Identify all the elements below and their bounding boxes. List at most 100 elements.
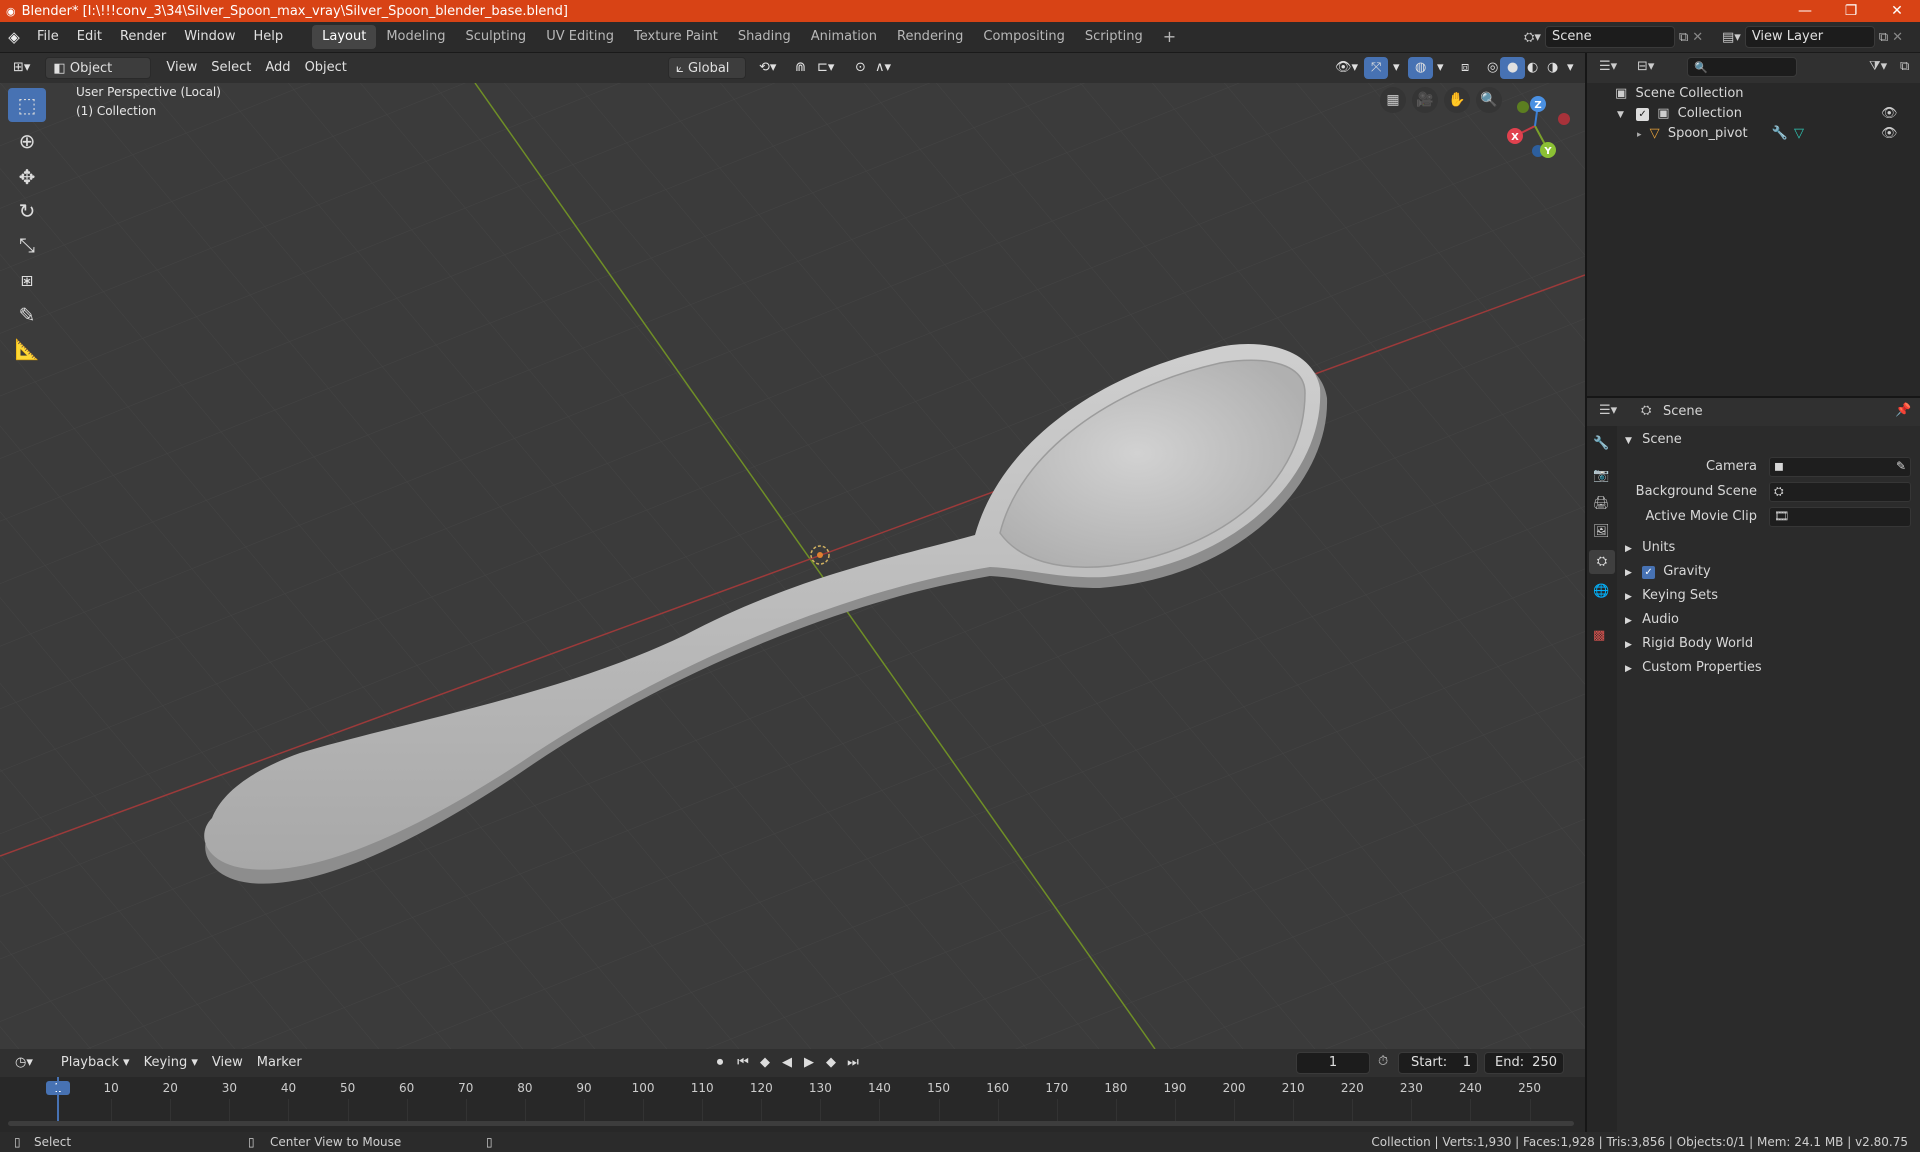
overlays-dropdown-icon[interactable]: ▾ [1430,57,1451,79]
gizmo-dropdown-icon[interactable]: ▾ [1386,57,1407,79]
minimize-button[interactable]: — [1782,0,1828,22]
tool-tab-icon[interactable]: 🔧 [1593,436,1609,451]
jump-start-icon[interactable]: ⏮ [734,1052,752,1074]
shading-dropdown-icon[interactable]: ▾ [1560,57,1581,79]
menu-window[interactable]: Window [175,25,244,49]
view-layer-tab-icon[interactable]: 🖼 [1593,524,1610,539]
timeline[interactable]: 1102030405060708090100110120130140150160… [0,1077,1585,1132]
menu-add[interactable]: Add [258,57,297,79]
pan-view-icon[interactable]: ✋ [1444,87,1470,113]
output-tab-icon[interactable]: 🖨 [1593,496,1610,511]
view-layer-field[interactable]: View Layer [1744,26,1875,48]
world-tab-icon[interactable]: 🌐 [1593,584,1609,599]
select-box-tool[interactable]: ⬚ [8,88,46,122]
tab-rendering[interactable]: Rendering [887,25,973,49]
outliner-collection-row[interactable]: ▼ ✓ ▣ Collection 👁 [1617,104,1917,124]
tab-layout[interactable]: Layout [312,25,377,49]
new-scene-icon[interactable]: ⧉ [1679,30,1688,45]
menu-marker[interactable]: Marker [250,1052,309,1074]
active-movie-clip-field[interactable]: 🎞 [1769,507,1911,527]
eye-icon[interactable]: 👁 [1881,104,1898,124]
timeline-editor-type-icon[interactable]: ◷▾ [8,1052,40,1074]
blender-menu-icon[interactable]: ◈ [0,28,28,46]
xray-toggle-icon[interactable]: ⧈ [1454,57,1476,79]
viewport-canvas[interactable] [0,83,1585,1049]
tab-sculpting[interactable]: Sculpting [455,25,536,49]
maximize-button[interactable]: ❐ [1828,0,1874,22]
transform-tool[interactable]: ⧆ [8,262,46,296]
units-panel[interactable]: ▶ Units [1625,537,1915,559]
camera-field[interactable]: ◼ ✎ [1769,457,1911,477]
3d-viewport[interactable]: User Perspective (Local) (1) Collection … [0,83,1585,1049]
start-frame-field[interactable]: Start: 1 [1398,1052,1478,1074]
camera-view-icon[interactable]: 🎥 [1412,87,1438,113]
outliner-editor-type-icon[interactable]: ☰▾ [1599,59,1617,74]
outliner-search-input[interactable]: 🔍 [1687,57,1797,77]
menu-object[interactable]: Object [298,57,354,79]
new-view-layer-icon[interactable]: ⧉ [1879,30,1888,45]
render-tab-icon[interactable]: 📷 [1593,468,1609,483]
display-mode-icon[interactable]: ⊟▾ [1637,59,1654,74]
pin-icon[interactable]: 📌 [1895,403,1911,418]
tab-uv-editing[interactable]: UV Editing [536,25,624,49]
visibility-icon[interactable]: 👁▾ [1328,57,1365,79]
gravity-panel[interactable]: ▶ ✓ Gravity [1625,561,1915,583]
menu-file[interactable]: File [28,25,68,49]
menu-playback[interactable]: Playback ▾ [54,1052,137,1074]
preview-range-icon[interactable]: ⏱ [1378,1054,1388,1069]
cursor-tool[interactable]: ⊕ [8,124,46,158]
jump-end-icon[interactable]: ⏭ [844,1052,862,1074]
menu-help[interactable]: Help [245,25,293,49]
toggle-perspective-icon[interactable]: ▦ [1380,87,1406,113]
current-frame-field[interactable]: 1 [1296,1052,1370,1074]
new-collection-icon[interactable]: ⧉ [1900,59,1909,74]
expand-arrow-icon[interactable]: ▸ [1637,130,1642,140]
filter-icon[interactable]: ⧩▾ [1869,59,1887,74]
tab-compositing[interactable]: Compositing [973,25,1075,49]
rigid-body-world-panel[interactable]: ▶ Rigid Body World [1625,633,1915,655]
scene-name-field[interactable]: Scene [1544,26,1675,48]
editor-type-icon[interactable]: ⊞▾ [6,57,37,79]
transform-orientation-dropdown[interactable]: ⟀ Global ▼ [668,57,746,97]
move-tool[interactable]: ✥ [8,160,46,194]
background-scene-field[interactable]: ⛭ [1769,482,1911,502]
play-icon[interactable]: ▶ [800,1052,818,1074]
tab-texture-paint[interactable]: Texture Paint [624,25,728,49]
tab-animation[interactable]: Animation [801,25,887,49]
mesh-data-icon[interactable]: ▽ [1794,126,1804,141]
eye-icon[interactable]: 👁 [1881,124,1898,144]
delete-scene-icon[interactable]: ✕ [1692,30,1703,45]
play-reverse-icon[interactable]: ◀ [778,1052,796,1074]
outliner-object-row[interactable]: ▸ ▽ Spoon_pivot 🔧 ▽ 👁 [1637,124,1917,144]
snap-target-icon[interactable]: ⊏▾ [810,57,841,79]
navigation-gizmo[interactable]: X Y Z [1490,88,1570,168]
delete-view-layer-icon[interactable]: ✕ [1892,30,1903,45]
menu-edit[interactable]: Edit [68,25,111,49]
annotate-tool[interactable]: ✎ [8,298,46,332]
end-frame-field[interactable]: End: 250 [1484,1052,1564,1074]
texture-tab-icon[interactable]: ▩ [1593,628,1605,643]
add-workspace-button[interactable]: + [1153,25,1186,49]
menu-select[interactable]: Select [204,57,258,79]
custom-properties-panel[interactable]: ▶ Custom Properties [1625,657,1915,679]
scale-tool[interactable]: ⤡ [8,228,46,262]
falloff-icon[interactable]: ∧▾ [868,57,898,79]
next-keyframe-icon[interactable]: ◆ [822,1052,840,1074]
expand-arrow-icon[interactable]: ▼ [1617,110,1624,120]
menu-view[interactable]: View [159,57,204,79]
rotate-tool[interactable]: ↻ [8,194,46,228]
tab-modeling[interactable]: Modeling [376,25,455,49]
eyedropper-icon[interactable]: ✎ [1896,459,1906,473]
properties-editor-type-icon[interactable]: ☰▾ [1599,403,1617,418]
record-icon[interactable]: ⏺ [710,1052,730,1074]
scene-icon[interactable]: ⛭▾ [1524,30,1541,45]
frame-ruler[interactable]: 1102030405060708090100110120130140150160… [0,1077,1585,1121]
outliner-scene-collection[interactable]: ▣ Scene Collection [1615,84,1744,104]
mode-dropdown[interactable]: ◧ Object Mode ▼ [45,57,152,98]
menu-timeline-view[interactable]: View [205,1052,250,1074]
keying-sets-panel[interactable]: ▶ Keying Sets [1625,585,1915,607]
scene-panel-header[interactable]: ▼ Scene [1625,429,1915,451]
tab-scripting[interactable]: Scripting [1075,25,1153,49]
menu-keying[interactable]: Keying ▾ [137,1052,205,1074]
menu-render[interactable]: Render [111,25,175,49]
